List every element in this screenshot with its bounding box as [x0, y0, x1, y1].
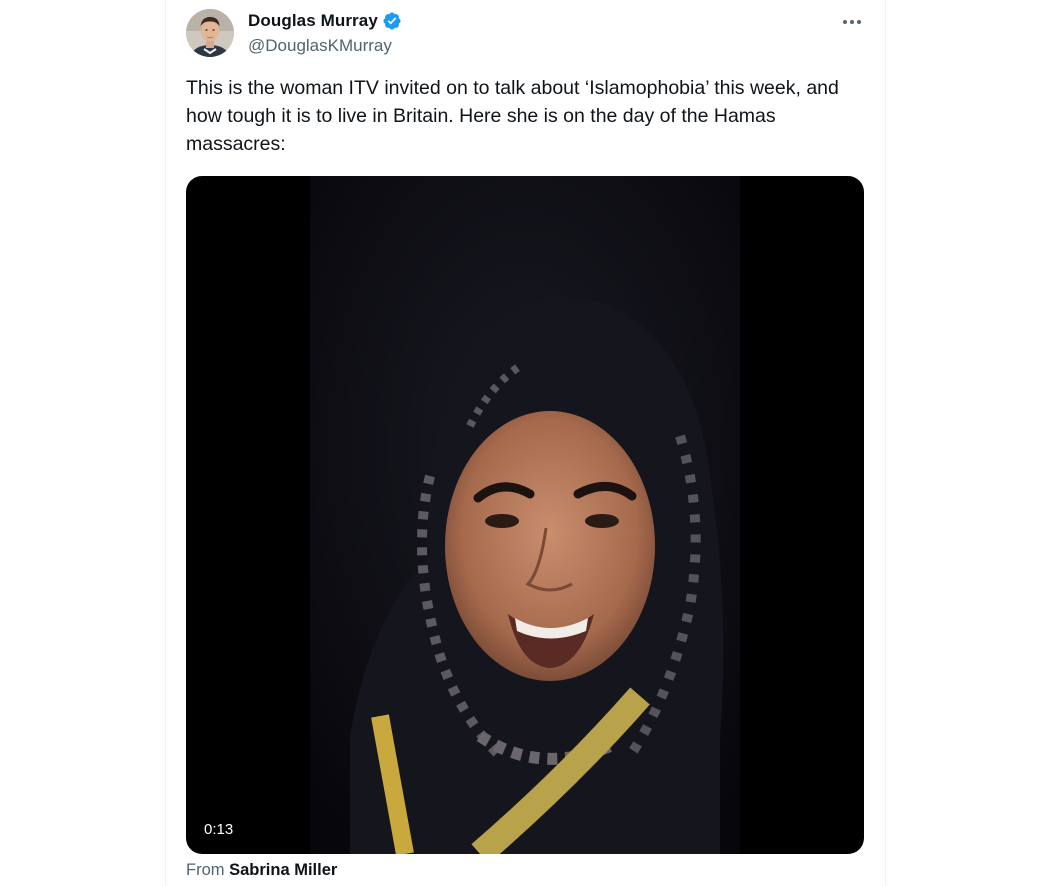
page: Douglas Murray @DouglasKMurray This is t… — [0, 0, 1050, 886]
tweet-text: This is the woman ITV invited on to talk… — [186, 77, 845, 155]
verified-badge-icon[interactable] — [382, 11, 402, 31]
more-options-icon — [843, 20, 861, 24]
author-handle[interactable]: @DouglasKMurray — [248, 36, 392, 56]
video-duration-badge: 0:13 — [196, 819, 242, 840]
video-player[interactable]: 0:13 — [186, 176, 864, 854]
attribution-prefix: From — [186, 861, 225, 879]
video-thumbnail — [310, 176, 740, 854]
attribution-source-name[interactable]: Sabrina Miller — [229, 861, 337, 879]
author-display-name[interactable]: Douglas Murray — [248, 11, 378, 31]
more-options-button[interactable] — [837, 10, 867, 34]
author-name-row: Douglas Murray — [248, 11, 402, 31]
media-attribution: From Sabrina Miller — [186, 861, 337, 880]
video-frame[interactable] — [310, 176, 740, 854]
author-avatar[interactable] — [186, 9, 234, 57]
tweet-card[interactable]: Douglas Murray @DouglasKMurray This is t… — [165, 0, 886, 886]
avatar-image — [186, 9, 234, 57]
